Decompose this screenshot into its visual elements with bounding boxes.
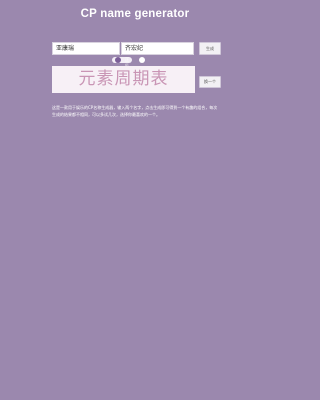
second-name-input[interactable]: 齐宏纪 [121, 42, 194, 55]
description-text: 这是一款用于娱乐的CP名称生成器，输入两个名字，点击生成即可得到一个有趣的组合，… [52, 105, 218, 117]
result-text: 元素周期表 [78, 69, 169, 89]
page-title: CP name generator [80, 8, 190, 20]
result-box: 元素周期表 [52, 66, 195, 93]
toggle-dot-icon [139, 57, 145, 63]
first-name-input[interactable]: 亚康瑞 [52, 42, 120, 55]
generate-button[interactable]: 生成 [199, 42, 221, 55]
next-button[interactable]: 换一个 [199, 76, 221, 88]
toggle-knob [115, 57, 121, 63]
